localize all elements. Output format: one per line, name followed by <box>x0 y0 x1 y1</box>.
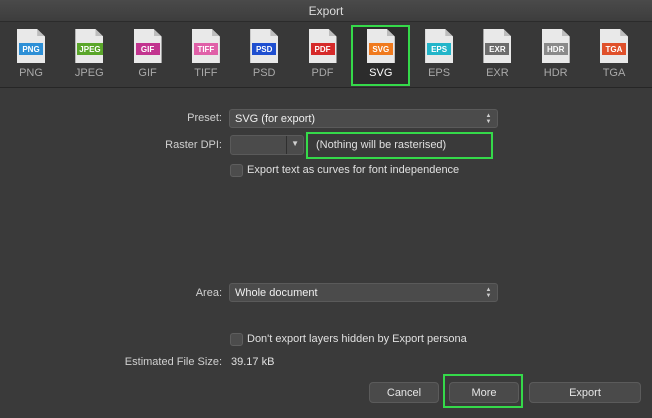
file-eps-icon: EPS <box>425 29 454 63</box>
format-label: PDF <box>311 67 334 79</box>
file-type-tag: TGA <box>602 43 626 55</box>
hidden-layers-label[interactable]: Don't export layers hidden by Export per… <box>247 333 467 345</box>
format-label: GIF <box>138 67 157 79</box>
format-exr-button[interactable]: EXR EXR <box>468 26 526 86</box>
preset-select[interactable]: SVG (for export) ▲ ▼ <box>229 109 498 128</box>
file-type-tag: JPEG <box>77 43 103 55</box>
format-label: SVG <box>369 67 393 79</box>
format-label: TIFF <box>194 67 218 79</box>
file-type-tag: GIF <box>135 43 160 55</box>
file-type-tag: SVG <box>368 43 393 55</box>
title-bar: Export <box>0 0 652 22</box>
area-value: Whole document <box>235 286 318 299</box>
file-gif-icon: GIF <box>133 29 162 63</box>
file-type-tag: PDF <box>310 43 335 55</box>
format-label: EPS <box>428 67 451 79</box>
preset-value: SVG (for export) <box>235 112 316 125</box>
more-button[interactable]: More <box>449 382 519 403</box>
file-svg-icon: SVG <box>366 29 395 63</box>
file-type-tag: PNG <box>19 43 43 55</box>
format-label: EXR <box>486 67 509 79</box>
updown-arrows-icon: ▲ ▼ <box>485 286 492 299</box>
area-select[interactable]: Whole document ▲ ▼ <box>229 283 498 302</box>
export-dialog: Export PNG PNG JPEG JPEG GIF GIF TIFF TIFF PSD PS… <box>0 0 652 418</box>
file-size-value: 39.17 kB <box>231 356 275 368</box>
file-type-tag: TIFF <box>193 43 218 55</box>
file-exr-icon: EXR <box>483 29 512 63</box>
file-size-label: Estimated File Size: <box>124 356 222 368</box>
chevron-down-icon[interactable]: ▼ <box>291 139 299 148</box>
export-button[interactable]: Export <box>529 382 641 403</box>
file-type-tag: EXR <box>485 43 510 55</box>
file-type-tag: HDR <box>543 43 568 55</box>
format-label: PNG <box>19 67 43 79</box>
format-eps-button[interactable]: EPS EPS <box>410 26 468 86</box>
format-tga-button[interactable]: TGA TGA <box>585 26 643 86</box>
file-tga-icon: TGA <box>600 29 628 63</box>
format-gif-button[interactable]: GIF GIF <box>119 26 177 86</box>
file-hdr-icon: HDR <box>541 29 570 63</box>
format-jpeg-button[interactable]: JPEG JPEG <box>60 26 118 86</box>
format-psd-button[interactable]: PSD PSD <box>235 26 293 86</box>
format-tiff-button[interactable]: TIFF TIFF <box>177 26 235 86</box>
preset-label: Preset: <box>187 112 222 124</box>
file-type-tag: PSD <box>252 43 277 55</box>
file-tiff-icon: TIFF <box>191 29 220 63</box>
format-bar: PNG PNG JPEG JPEG GIF GIF TIFF TIFF PSD PSD PDF PDF… <box>0 22 652 88</box>
dialog-title: Export <box>308 3 344 18</box>
format-label: PSD <box>252 67 276 79</box>
format-svg-button[interactable]: SVG SVG <box>351 26 410 86</box>
area-label: Area: <box>195 287 222 299</box>
raster-dpi-label: Raster DPI: <box>165 139 222 151</box>
cancel-button[interactable]: Cancel <box>369 382 439 403</box>
file-psd-icon: PSD <box>250 29 279 63</box>
text-as-curves-checkbox[interactable] <box>230 164 243 177</box>
raster-note: (Nothing will be rasterised) <box>316 139 447 151</box>
updown-arrows-icon: ▲ ▼ <box>485 112 492 125</box>
file-png-icon: PNG <box>17 29 45 63</box>
file-pdf-icon: PDF <box>308 29 337 63</box>
format-label: JPEG <box>74 67 104 79</box>
text-as-curves-label[interactable]: Export text as curves for font independe… <box>247 164 459 176</box>
format-png-button[interactable]: PNG PNG <box>2 26 60 86</box>
format-label: HDR <box>543 67 568 79</box>
raster-dpi-combobox[interactable]: ▼ <box>230 135 304 155</box>
format-hdr-button[interactable]: HDR HDR <box>527 26 585 86</box>
hidden-layers-checkbox[interactable] <box>230 333 243 346</box>
file-jpeg-icon: JPEG <box>75 29 104 63</box>
file-type-tag: EPS <box>427 43 452 55</box>
format-label: TGA <box>602 67 626 79</box>
format-pdf-button[interactable]: PDF PDF <box>294 26 352 86</box>
